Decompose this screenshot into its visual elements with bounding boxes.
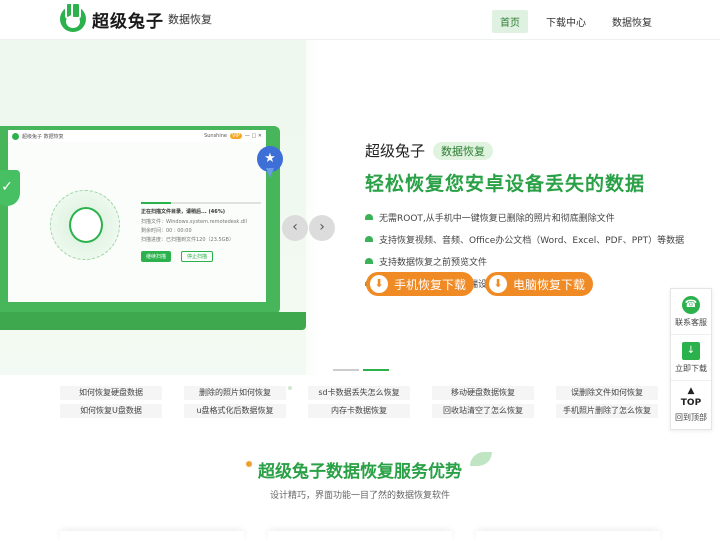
carousel-pager xyxy=(333,369,389,371)
app-logo-icon xyxy=(12,132,19,140)
header: 超级兔子 数据恢复 首页 下载中心 数据恢复 xyxy=(0,0,720,40)
carousel-prev-button[interactable]: ‹ xyxy=(282,215,308,241)
download-now-button[interactable]: ↓ 立即下载 xyxy=(671,335,711,381)
scan-title: 正在扫描文件目录，请稍后... xyxy=(141,209,207,215)
download-arrow-icon: ↓ xyxy=(682,341,700,360)
hero-title: 超级兔子 xyxy=(365,142,426,160)
android-icon xyxy=(365,258,373,264)
article-link[interactable]: 移动硬盘数据恢复 xyxy=(432,386,534,400)
android-icon xyxy=(365,236,373,242)
hero-illustration: 超级兔子 数据恢复 Sunshine VIP — □ ✕ 正在扫描文件目录，请稍… xyxy=(0,40,306,375)
app-screen: 超级兔子 数据恢复 Sunshine VIP — □ ✕ 正在扫描文件目录，请稍… xyxy=(8,130,266,302)
scan-percent: (46%) xyxy=(208,209,225,215)
pager-dot-active[interactable] xyxy=(363,369,389,371)
app-body: 正在扫描文件目录，请稍后... (46%) 扫描文件：Windows.syste… xyxy=(8,142,266,302)
scan-panel: 正在扫描文件目录，请稍后... (46%) 扫描文件：Windows.syste… xyxy=(141,202,261,262)
scan-progress-bar xyxy=(141,202,261,204)
feature-item: 支持数据恢复之前预览文件 xyxy=(365,250,705,272)
app-title: 超级兔子 数据恢复 xyxy=(22,133,64,140)
main-nav: 首页 下载中心 数据恢复 xyxy=(492,10,660,33)
logo-title: 超级兔子 xyxy=(92,11,164,32)
shield-check-icon: ✓ xyxy=(0,170,20,206)
laptop-base xyxy=(0,312,306,330)
services-title: 超级兔子数据恢复服务优势 xyxy=(246,457,462,482)
article-link[interactable]: 手机照片删除了怎么恢复 xyxy=(556,404,658,418)
article-link[interactable]: 误删除文件如何恢复 xyxy=(556,386,658,400)
top-icon: ▲ TOP xyxy=(680,386,702,408)
scan-time: 剩余时间：00 : 00:00 xyxy=(141,228,192,234)
services-subtitle: 设计精巧，界面功能一目了然的数据恢复软件 xyxy=(269,491,450,501)
hero-banner: 超级兔子 数据恢复 Sunshine VIP — □ ✕ 正在扫描文件目录，请稍… xyxy=(0,40,720,390)
hero-headline: 轻松恢复您安卓设备丢失的数据 xyxy=(365,173,646,195)
carousel-next-button[interactable]: › xyxy=(309,215,335,241)
article-link[interactable]: 回收站清空了怎么恢复 xyxy=(432,404,534,418)
services-section: 超级兔子数据恢复服务优势 设计精巧，界面功能一目了然的数据恢复软件 xyxy=(0,457,720,501)
logo[interactable]: 超级兔子 数据恢复 xyxy=(60,2,212,32)
headset-icon: ☎ xyxy=(682,295,700,314)
download-icon: ⬇ xyxy=(489,275,507,293)
nav-download-center[interactable]: 下载中心 xyxy=(538,10,594,33)
logo-subtitle: 数据恢复 xyxy=(168,13,212,26)
article-link[interactable]: u盘格式化后数据恢复 xyxy=(184,404,286,418)
contact-service-button[interactable]: ☎ 联系客服 xyxy=(671,289,711,335)
pager-dot[interactable] xyxy=(333,369,359,371)
medal-star-icon: ★ xyxy=(257,146,283,178)
feature-item: 无需ROOT,从手机中一键恢复已删除的照片和彻底删除文件 xyxy=(365,206,705,228)
pc-download-button[interactable]: ⬇ 电脑恢复下载 xyxy=(485,272,593,296)
article-link[interactable]: 删除的照片如何恢复 xyxy=(184,386,286,400)
article-link[interactable]: 内存卡数据恢复 xyxy=(308,404,410,418)
nav-home[interactable]: 首页 xyxy=(492,10,528,33)
article-link[interactable]: 如何恢复硬盘数据 xyxy=(60,386,162,400)
back-to-top-button[interactable]: ▲ TOP 回到顶部 xyxy=(671,381,711,427)
article-link[interactable]: 如何恢复U盘数据 xyxy=(60,404,162,418)
app-user: Sunshine xyxy=(204,133,227,139)
app-titlebar: 超级兔子 数据恢复 Sunshine VIP — □ ✕ xyxy=(8,130,266,142)
article-links: 如何恢复硬盘数据 删除的照片如何恢复 sd卡数据丢失怎么恢复 移动硬盘数据恢复 … xyxy=(60,386,660,418)
scan-file: 扫描文件：Windows.system.remotedesk.dll xyxy=(141,219,247,225)
android-icon xyxy=(365,214,373,220)
scan-count: 扫描进度：已扫描到文件120（23.5GB） xyxy=(141,237,234,243)
phone-download-button[interactable]: ⬇ 手机恢复下载 xyxy=(366,272,474,296)
window-controls-icon: — □ ✕ xyxy=(244,133,262,139)
rabbit-logo-icon xyxy=(60,2,86,32)
article-link[interactable]: sd卡数据丢失怎么恢复 xyxy=(308,386,410,400)
laptop-mockup: 超级兔子 数据恢复 Sunshine VIP — □ ✕ 正在扫描文件目录，请稍… xyxy=(0,126,280,314)
stop-scan-button: 停止扫描 xyxy=(181,251,214,262)
hero-text: 超级兔子 数据恢复 轻松恢复您安卓设备丢失的数据 无需ROOT,从手机中一键恢复… xyxy=(365,140,705,294)
hero-tag: 数据恢复 xyxy=(433,141,494,160)
scan-radar-icon xyxy=(50,190,120,260)
floating-sidebar: ☎ 联系客服 ↓ 立即下载 ▲ TOP 回到顶部 xyxy=(670,288,712,430)
vip-badge: VIP xyxy=(229,133,242,139)
download-buttons: ⬇ 手机恢复下载 ⬇ 电脑恢复下载 xyxy=(366,272,593,296)
nav-data-recovery[interactable]: 数据恢复 xyxy=(604,10,660,33)
continue-scan-button: 继续扫描 xyxy=(141,251,172,262)
feature-item: 支持恢复视频、音频、Office办公文档（Word、Excel、PDF、PPT）… xyxy=(365,228,705,250)
download-icon: ⬇ xyxy=(370,275,388,293)
